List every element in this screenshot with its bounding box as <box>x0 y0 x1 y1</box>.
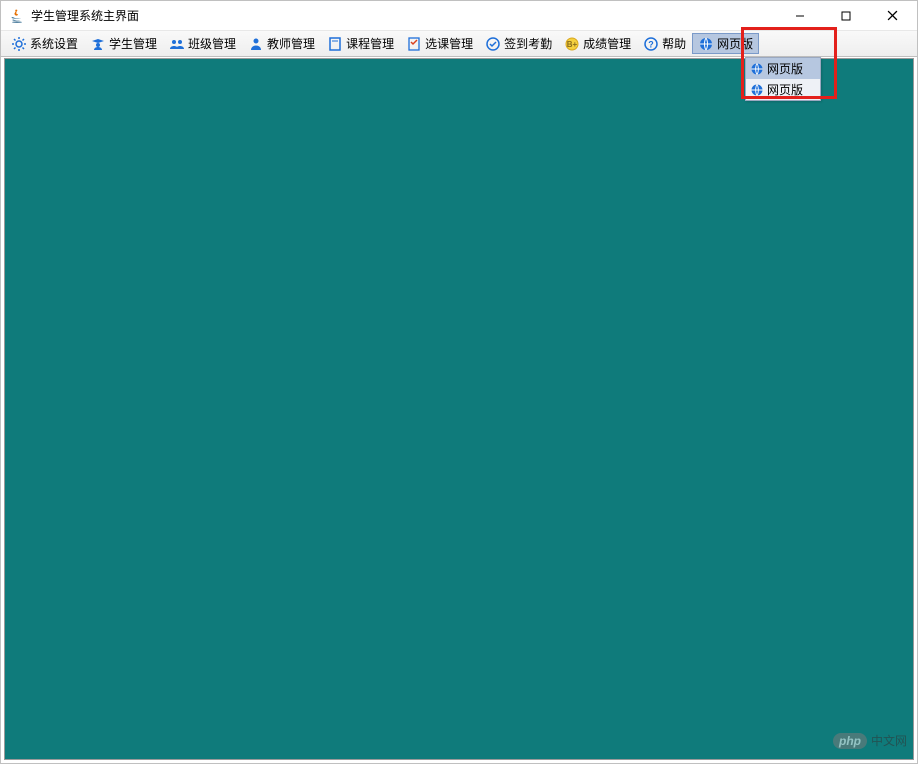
check-circle-icon <box>485 36 501 52</box>
mdi-content-area <box>4 58 914 760</box>
java-icon <box>9 8 25 24</box>
watermark: php 中文网 <box>833 732 907 749</box>
menu-web-version[interactable]: 网页版 <box>692 33 759 54</box>
php-logo: php <box>833 733 867 749</box>
window-controls <box>777 1 915 30</box>
menu-system-settings[interactable]: 系统设置 <box>5 33 84 54</box>
book-icon <box>327 36 343 52</box>
watermark-text: 中文网 <box>871 732 907 749</box>
menu-label: 选课管理 <box>425 35 473 52</box>
menu-label: 课程管理 <box>346 35 394 52</box>
minimize-button[interactable] <box>777 1 823 31</box>
badge-icon: B+ <box>564 36 580 52</box>
student-icon <box>90 36 106 52</box>
dropdown-item-web[interactable]: 网页版 <box>746 58 820 79</box>
web-version-dropdown: 网页版 网页版 <box>745 57 821 101</box>
close-button[interactable] <box>869 1 915 31</box>
menu-label: 签到考勤 <box>504 35 552 52</box>
dropdown-label: 网页版 <box>767 60 803 77</box>
menu-label: 班级管理 <box>188 35 236 52</box>
menu-course-management[interactable]: 课程管理 <box>321 33 400 54</box>
menu-grade-management[interactable]: B+ 成绩管理 <box>558 33 637 54</box>
menu-label: 帮助 <box>662 35 686 52</box>
svg-text:?: ? <box>648 39 654 49</box>
menu-help[interactable]: ? 帮助 <box>637 33 692 54</box>
globe-icon <box>750 62 764 76</box>
maximize-button[interactable] <box>823 1 869 31</box>
menu-student-management[interactable]: 学生管理 <box>84 33 163 54</box>
question-icon: ? <box>643 36 659 52</box>
app-window: 学生管理系统主界面 系统设置 学生管理 <box>0 0 918 764</box>
menu-label: 学生管理 <box>109 35 157 52</box>
menubar: 系统设置 学生管理 班级管理 教师管理 课程管理 <box>1 31 917 57</box>
menu-attendance[interactable]: 签到考勤 <box>479 33 558 54</box>
menu-class-management[interactable]: 班级管理 <box>163 33 242 54</box>
window-title: 学生管理系统主界面 <box>31 7 777 24</box>
svg-text:B+: B+ <box>567 40 578 49</box>
menu-label: 系统设置 <box>30 35 78 52</box>
menu-label: 网页版 <box>717 35 753 52</box>
teacher-icon <box>248 36 264 52</box>
menu-selection-management[interactable]: 选课管理 <box>400 33 479 54</box>
gear-icon <box>11 36 27 52</box>
clipboard-icon <box>406 36 422 52</box>
menu-label: 成绩管理 <box>583 35 631 52</box>
titlebar: 学生管理系统主界面 <box>1 1 917 31</box>
globe-icon <box>750 83 764 97</box>
menu-label: 教师管理 <box>267 35 315 52</box>
group-icon <box>169 36 185 52</box>
globe-icon <box>698 36 714 52</box>
dropdown-item-web-2[interactable]: 网页版 <box>746 79 820 100</box>
dropdown-label: 网页版 <box>767 81 803 98</box>
menu-teacher-management[interactable]: 教师管理 <box>242 33 321 54</box>
